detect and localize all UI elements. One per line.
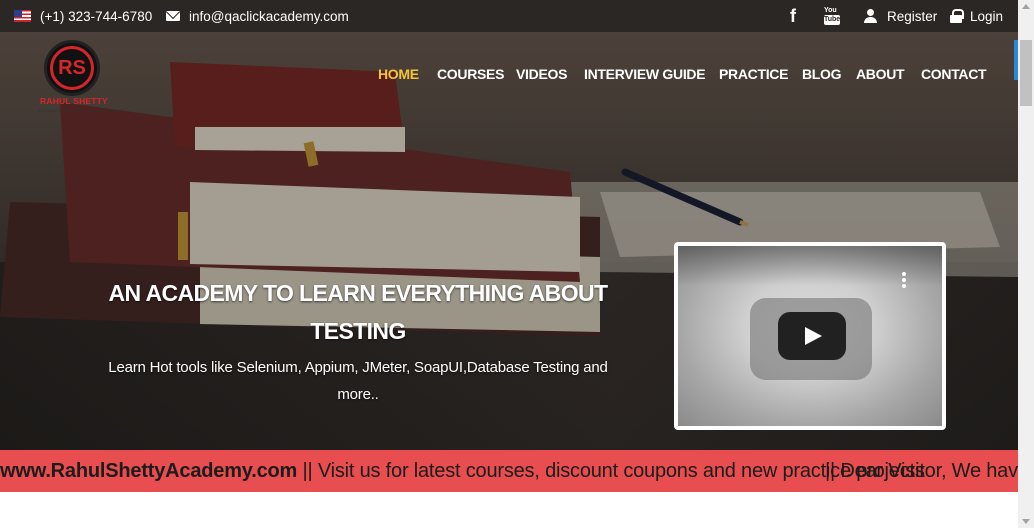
top-bar: (+1) 323-744-6780 info@qaclickacademy.co… (0, 0, 1018, 32)
nav-blog[interactable]: BLOG (802, 66, 842, 82)
envelope-icon (166, 11, 180, 21)
facebook-link[interactable]: f (790, 0, 796, 32)
marquee-text: www.RahulShettyAcademy.com || Visit us f… (0, 450, 925, 492)
nav-interview-guide[interactable]: INTERVIEW GUIDE (584, 66, 706, 82)
more-options-icon[interactable] (902, 272, 906, 288)
announcement-marquee: www.RahulShettyAcademy.com || Visit us f… (0, 450, 1018, 492)
youtube-link[interactable]: You Tube (824, 0, 840, 32)
page-scrollbar[interactable] (1018, 0, 1034, 528)
scroll-up-arrow-icon[interactable] (1022, 4, 1030, 9)
email-contact[interactable]: info@qaclickacademy.com (166, 0, 349, 32)
lock-icon (950, 9, 964, 23)
scroll-thumb[interactable] (1020, 40, 1032, 106)
phone-contact[interactable]: (+1) 323-744-6780 (14, 0, 152, 32)
nav-videos[interactable]: VIDEOS (516, 66, 567, 82)
login-link[interactable]: Login (950, 0, 1003, 32)
intro-video-player[interactable] (674, 242, 946, 430)
marquee-overlap-text: || Dear Visitor, We hav (825, 460, 1018, 482)
email-address: info@qaclickacademy.com (189, 8, 349, 24)
logo-name: RAHUL SHETTY (40, 96, 108, 106)
nav-practice[interactable]: PRACTICE (719, 66, 788, 82)
register-link[interactable]: Register (864, 0, 937, 32)
nav-about[interactable]: ABOUT (856, 66, 905, 82)
youtube-icon: You Tube (824, 7, 841, 25)
nav-courses[interactable]: COURSES (437, 66, 504, 82)
facebook-icon: f (790, 5, 796, 26)
nav-home[interactable]: HOME (378, 66, 419, 82)
hero-title: AN ACADEMY TO LEARN EVERYTHING ABOUT TES… (108, 280, 609, 344)
marquee-site-link[interactable]: www.RahulShettyAcademy.com (0, 460, 297, 482)
play-icon[interactable] (778, 312, 846, 360)
user-icon (864, 9, 877, 23)
nav-contact[interactable]: CONTACT (921, 66, 987, 82)
us-flag-icon (14, 10, 31, 22)
scroll-down-arrow-icon[interactable] (1022, 519, 1030, 524)
logo-tagline: BECOME A TEST AUTOMATION EXPERT (38, 108, 124, 113)
phone-number: (+1) 323-744-6780 (40, 8, 153, 24)
register-label: Register (887, 8, 938, 24)
hero-subtitle: Learn Hot tools like Selenium, Appium, J… (108, 359, 608, 403)
login-label: Login (970, 8, 1004, 24)
site-logo[interactable]: RS RAHUL SHETTY BECOME A TEST AUTOMATION… (36, 40, 124, 116)
logo-monogram: RS (50, 46, 94, 90)
